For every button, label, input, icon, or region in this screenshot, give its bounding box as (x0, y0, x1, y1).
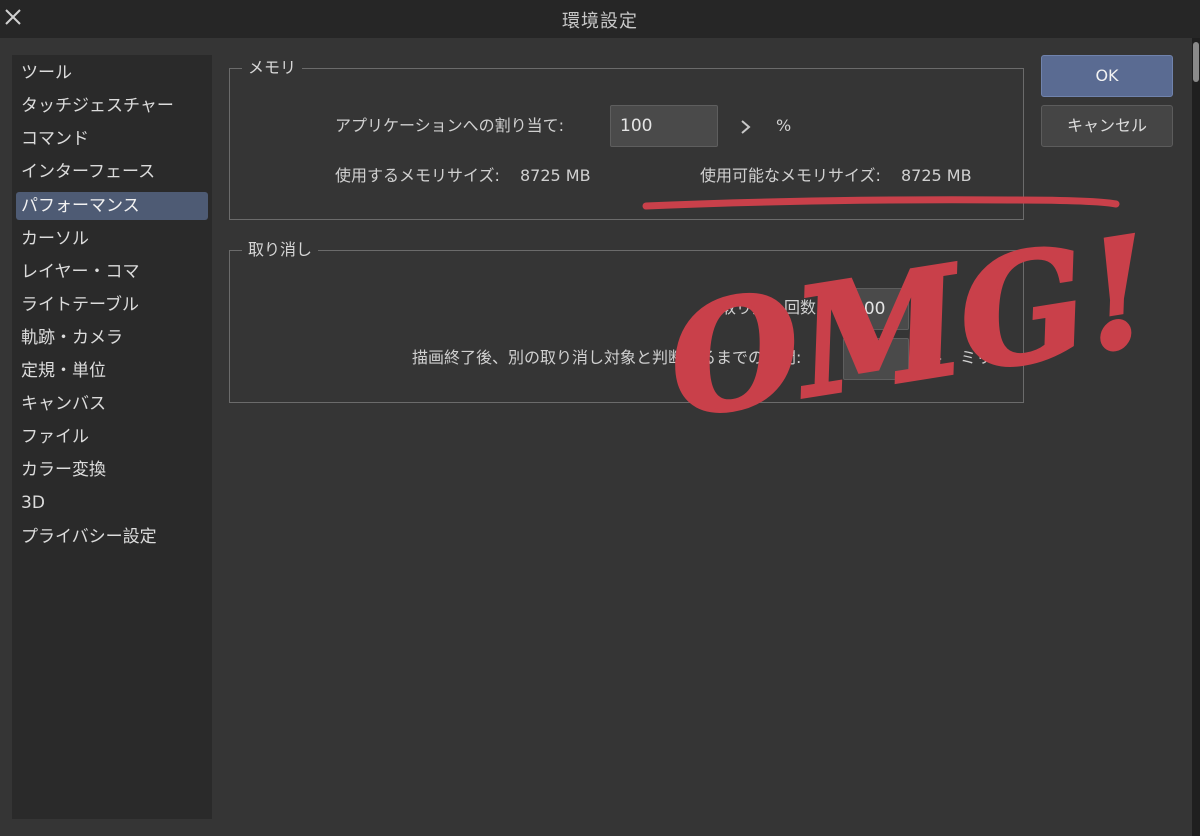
memory-group-title: メモリ (242, 58, 303, 78)
used-memory-value: 8725 MB (520, 166, 591, 185)
undo-interval-unit: ミリ秒 (960, 348, 1009, 367)
sidebar-item-interface[interactable]: インターフェース (16, 158, 208, 186)
undo-interval-input[interactable] (843, 338, 909, 380)
sidebar-item-layer-frame[interactable]: レイヤー・コマ (16, 258, 208, 286)
category-sidebar: ツール タッチジェスチャー コマンド インターフェース パフォーマンス カーソル… (12, 55, 212, 819)
sidebar-item-privacy[interactable]: プライバシー設定 (16, 523, 208, 551)
undo-group-title: 取り消し (242, 240, 319, 260)
chevron-right-icon[interactable] (739, 117, 753, 137)
sidebar-item-light-table[interactable]: ライトテーブル (16, 291, 208, 319)
allocation-input[interactable] (610, 105, 718, 147)
allocation-unit: % (776, 116, 792, 135)
undo-interval-label: 描画終了後、別の取り消し対象と判断するまでの時間: (412, 348, 802, 367)
undo-count-input[interactable] (843, 288, 909, 330)
title-bar: 環境設定 (0, 0, 1200, 38)
sidebar-item-path-camera[interactable]: 軌跡・カメラ (16, 324, 208, 352)
scrollbar-track[interactable] (1192, 38, 1200, 836)
ok-button[interactable]: OK (1041, 55, 1173, 97)
sidebar-item-canvas[interactable]: キャンバス (16, 390, 208, 418)
sidebar-item-touch-gesture[interactable]: タッチジェスチャー (16, 92, 208, 120)
undo-group: 取り消し 取り消し回数: 描画終了後、別の取り消し対象と判断するまでの時間: ミ… (229, 240, 1024, 403)
memory-group: メモリ アプリケーションへの割り当て: % 使用するメモリサイズ: 8725 M… (229, 58, 1024, 220)
chevron-right-icon[interactable] (930, 349, 944, 369)
sidebar-item-performance[interactable]: パフォーマンス (16, 192, 208, 220)
available-memory-value: 8725 MB (901, 166, 972, 185)
cancel-button[interactable]: キャンセル (1041, 105, 1173, 147)
sidebar-item-3d[interactable]: 3D (16, 489, 208, 517)
window-title: 環境設定 (562, 11, 638, 32)
allocation-label: アプリケーションへの割り当て: (335, 116, 565, 135)
preferences-window: 環境設定 ツール タッチジェスチャー コマンド インターフェース パフォーマンス… (0, 0, 1200, 836)
sidebar-item-tool[interactable]: ツール (16, 59, 208, 87)
sidebar-item-cursor[interactable]: カーソル (16, 225, 208, 253)
sidebar-item-file[interactable]: ファイル (16, 423, 208, 451)
scrollbar-thumb[interactable] (1193, 42, 1199, 82)
used-memory-label: 使用するメモリサイズ: (335, 166, 500, 185)
available-memory-label: 使用可能なメモリサイズ: (700, 166, 881, 185)
sidebar-item-command[interactable]: コマンド (16, 125, 208, 153)
undo-count-label: 取り消し回数: (720, 298, 822, 317)
chevron-right-icon[interactable] (930, 299, 944, 319)
sidebar-item-color-conversion[interactable]: カラー変換 (16, 456, 208, 484)
sidebar-item-ruler-unit[interactable]: 定規・単位 (16, 357, 208, 385)
